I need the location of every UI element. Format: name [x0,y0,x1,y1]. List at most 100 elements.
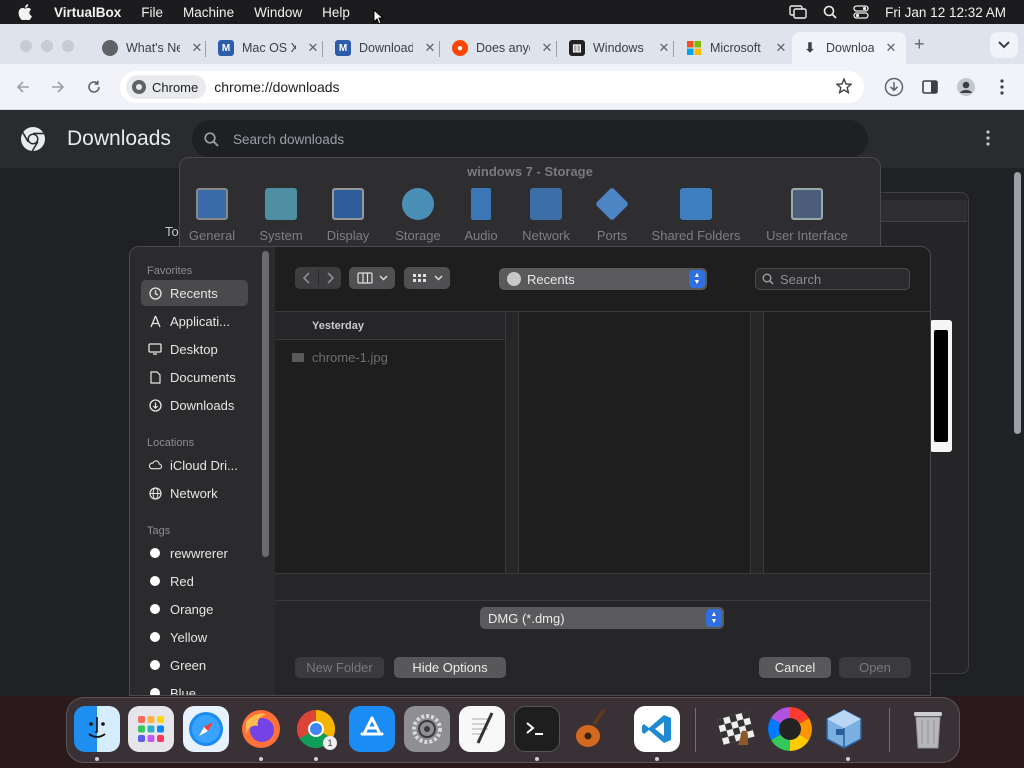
cancel-button[interactable]: Cancel [759,657,831,678]
vbox-tab-display[interactable]: Display [324,188,372,243]
group-by-button[interactable] [404,267,450,289]
vscode-icon[interactable] [634,706,680,752]
tab-search-button[interactable] [990,32,1018,58]
vbox-tab-network[interactable]: Network [518,188,574,243]
address-bar[interactable]: Chrome chrome://downloads [120,71,864,103]
sidebar-item-desktop[interactable]: Desktop [141,336,248,362]
vbox-tab-system[interactable]: System [256,188,306,243]
sidebar-item-network[interactable]: Network [141,480,248,506]
sidebar-item-documents[interactable]: Documents [141,364,248,390]
menu-file[interactable]: File [141,5,163,20]
menu-machine[interactable]: Machine [183,5,234,20]
window-zoom-button[interactable] [62,40,74,52]
vbox-tab-shared-folders[interactable]: Shared Folders [648,188,744,243]
tab-reddit[interactable]: ● Does anyone ✕ [442,32,562,64]
sidebar-tag-rewwrerer[interactable]: rewwrerer [141,540,248,566]
tab-windows[interactable]: ▥ Windows ✕ [559,32,679,64]
terminal-icon[interactable] [514,706,560,752]
tab-close-icon[interactable]: ✕ [774,40,788,56]
file-row[interactable]: chrome-1.jpg [292,350,388,365]
virtualbox-icon[interactable] [821,706,867,752]
garageband-icon[interactable] [569,706,615,752]
sidebar-tag-yellow[interactable]: Yellow [141,624,248,650]
menu-window[interactable]: Window [254,5,302,20]
tab-downloads-vbox[interactable]: M Downloads ✕ [325,32,445,64]
column-resize-handle[interactable] [505,312,519,574]
chrome-icon[interactable]: 1 [293,706,339,752]
downloads-search-input[interactable]: Search downloads [192,120,868,158]
sidebar-item-icloud[interactable]: iCloud Dri... [141,452,248,478]
sidebar-item-downloads[interactable]: Downloads [141,392,248,418]
column-resize-handle[interactable] [750,312,764,574]
color-wheel-icon[interactable] [767,706,813,752]
view-mode-button[interactable] [349,267,395,289]
tab-mac-os-x[interactable]: M Mac OS X ✕ [208,32,328,64]
sidebar-tag-red[interactable]: Red [141,568,248,594]
menu-bar: VirtualBox File Machine Window Help Fri … [0,0,1024,25]
menu-help[interactable]: Help [322,5,350,20]
window-close-button[interactable] [20,40,32,52]
chevron-left-icon[interactable] [302,272,312,284]
textedit-icon[interactable] [459,706,505,752]
app-name-menu[interactable]: VirtualBox [54,5,121,20]
safari-icon[interactable] [183,706,229,752]
tab-whats-new[interactable]: What's New ✕ [92,32,212,64]
dialog-search-field[interactable]: Search [755,268,910,290]
spotlight-search-icon[interactable] [823,5,837,19]
sidebar-tag-green[interactable]: Green [141,652,248,678]
tab-close-icon[interactable]: ✕ [306,40,320,56]
chevron-right-icon[interactable] [325,272,335,284]
sidebar-tag-blue[interactable]: Blue [141,680,248,695]
trash-icon[interactable] [905,706,951,752]
tab-close-icon[interactable]: ✕ [190,40,204,56]
downloads-more-icon[interactable] [986,130,990,146]
window-minimize-button[interactable] [41,40,53,52]
downloads-toolbar-button[interactable] [883,76,905,98]
launchpad-icon[interactable] [128,706,174,752]
tab-close-icon[interactable]: ✕ [884,40,898,56]
sidebar-scrollbar[interactable] [262,251,269,557]
profile-button[interactable] [955,76,977,98]
tab-downloads-active[interactable]: ⬇ Downloads ✕ [792,32,906,64]
forward-button[interactable] [47,76,69,98]
menubar-clock[interactable]: Fri Jan 12 12:32 AM [885,5,1006,20]
finder-icon[interactable] [74,706,120,752]
app-store-icon[interactable] [349,706,395,752]
firefox-icon[interactable] [238,706,284,752]
chrome-menu-button[interactable] [991,76,1013,98]
app-grid-icon [138,716,164,742]
back-button[interactable] [12,76,34,98]
vbox-tab-storage[interactable]: Storage [390,188,446,243]
new-folder-button[interactable]: New Folder [295,657,384,678]
system-settings-icon[interactable] [404,706,450,752]
reload-button[interactable] [83,76,105,98]
side-panel-button[interactable] [919,76,941,98]
page-scrollbar[interactable] [1014,172,1021,434]
url-text[interactable]: chrome://downloads [214,79,339,95]
running-indicator [846,757,850,761]
file-format-popup[interactable]: DMG (*.dmg) ▲ ▼ [480,607,724,629]
apple-menu-icon[interactable] [18,4,36,20]
control-center-icon[interactable] [853,5,869,19]
tab-microsoft[interactable]: Microsoft ✕ [676,32,796,64]
vbox-tab-user-interface[interactable]: User Interface [762,188,852,243]
vbox-tab-audio[interactable]: Audio [460,188,502,243]
vbox-tab-ports[interactable]: Ports [592,187,632,243]
sidebar-item-recents[interactable]: Recents [141,280,248,306]
tab-close-icon[interactable]: ✕ [423,40,437,56]
sidebar-item-applications[interactable]: Applicati... [141,308,248,334]
screen-mirroring-icon[interactable] [789,5,807,19]
hide-options-button[interactable]: Hide Options [394,657,506,678]
open-button[interactable]: Open [839,657,911,678]
new-tab-button[interactable]: + [914,34,925,55]
bookmark-star-icon[interactable] [836,78,852,94]
location-popup[interactable]: Recents ▲ ▼ [499,268,707,290]
arrow-right-icon [52,81,65,93]
tab-close-icon[interactable]: ✕ [657,40,671,56]
back-forward-buttons[interactable] [295,267,341,289]
site-info-chip[interactable]: Chrome [126,75,207,99]
chess-icon[interactable] [713,706,759,752]
vbox-tab-general[interactable]: General [188,188,236,243]
tab-close-icon[interactable]: ✕ [540,40,554,56]
sidebar-tag-orange[interactable]: Orange [141,596,248,622]
